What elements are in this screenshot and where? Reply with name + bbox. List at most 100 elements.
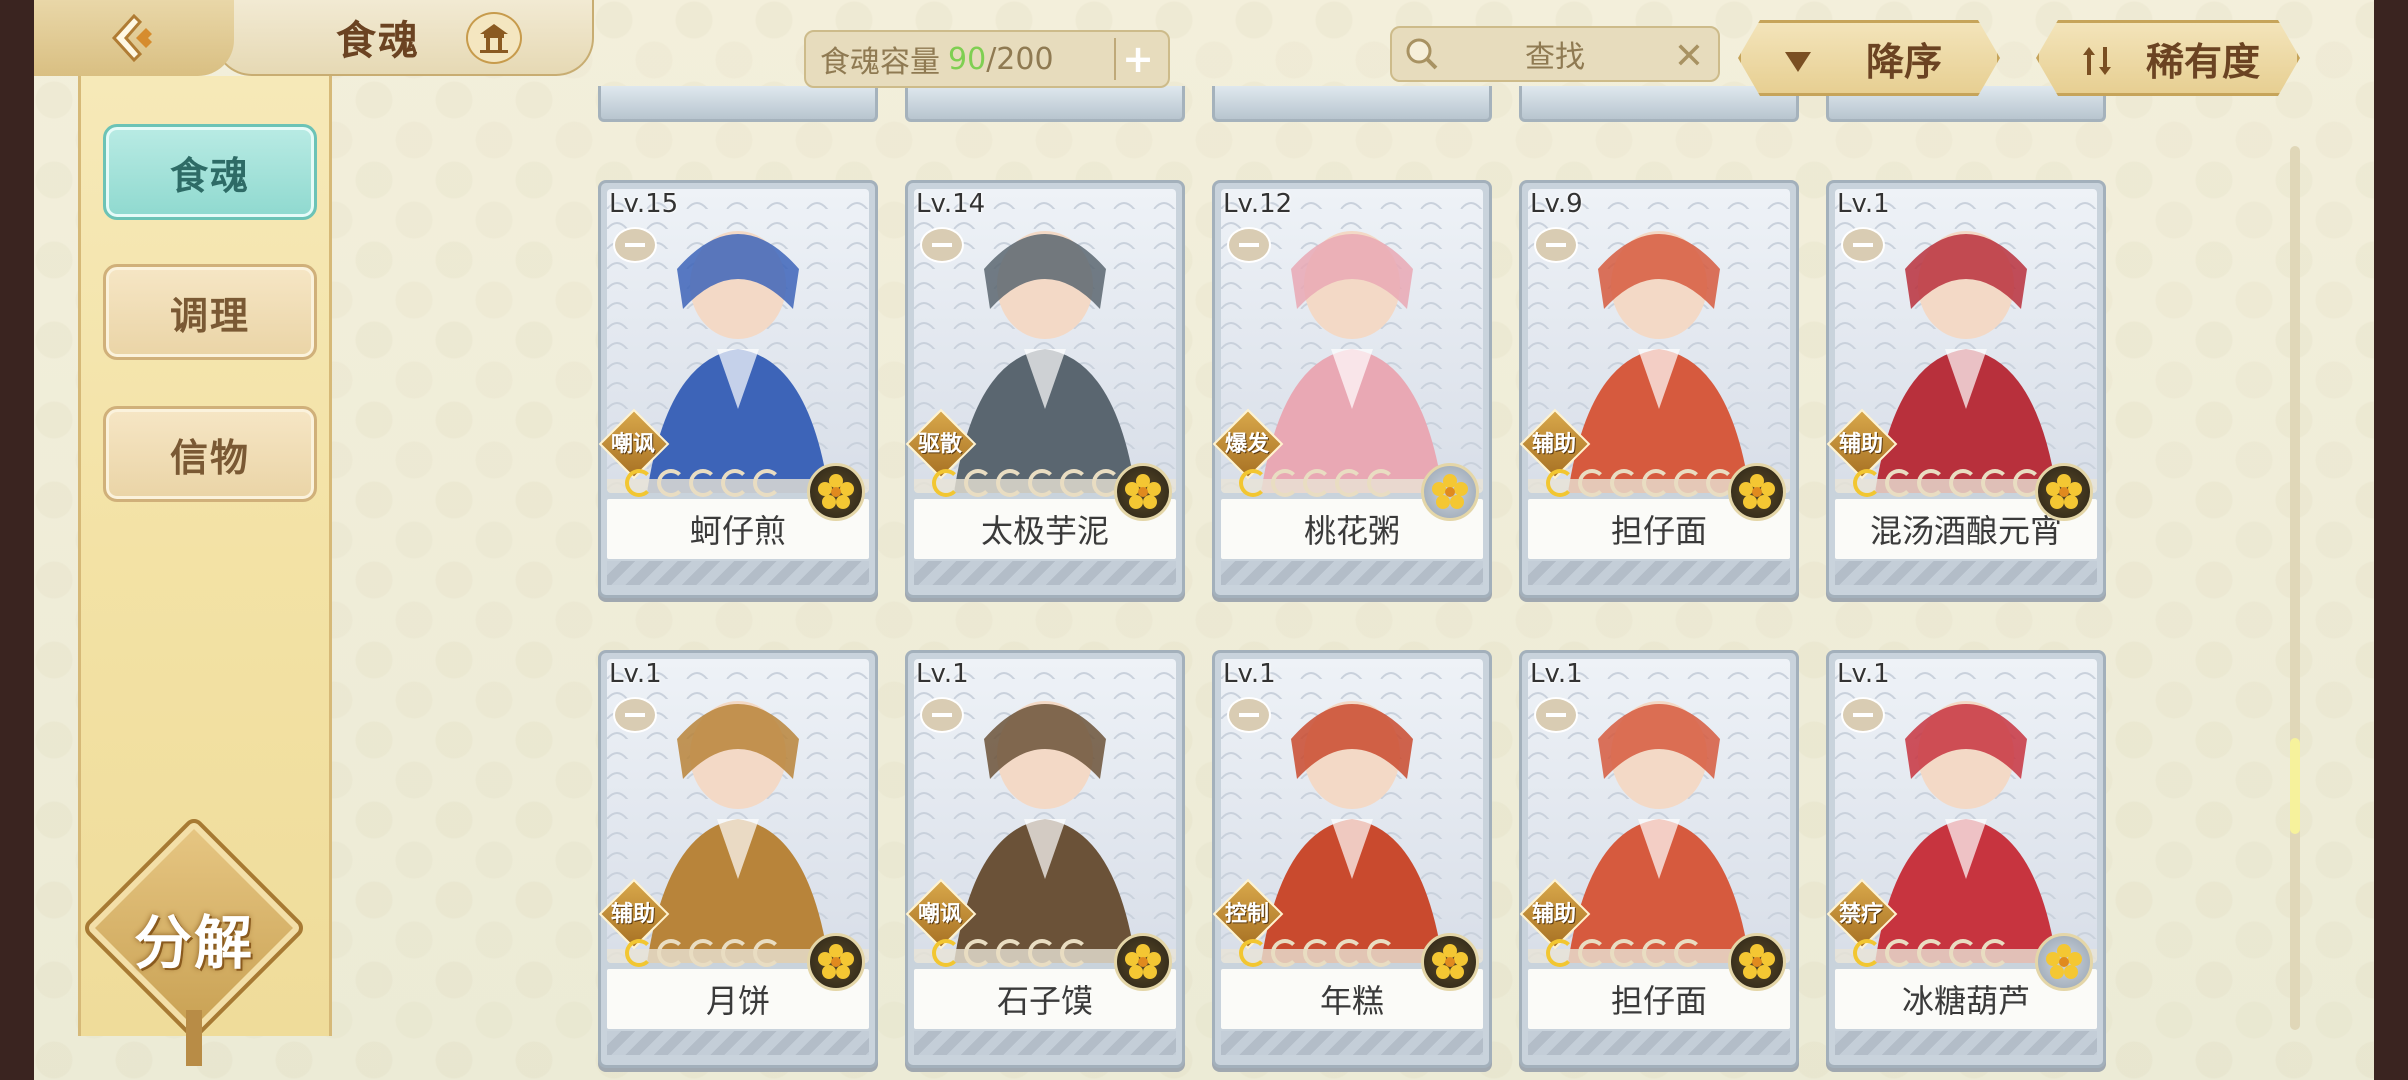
star-icon bbox=[1674, 939, 1702, 967]
role-badge: 控制 bbox=[1211, 889, 1283, 935]
rarity-icon bbox=[1841, 697, 1885, 733]
level-label: Lv.9 bbox=[1530, 189, 1583, 219]
star-icon bbox=[932, 469, 960, 497]
star-icon bbox=[1303, 939, 1331, 967]
flower-emblem-icon bbox=[1421, 463, 1479, 521]
star-rating bbox=[1853, 939, 2009, 967]
food-soul-card[interactable]: Lv.1 控制 年糕 bbox=[1212, 650, 1492, 1068]
star-rating bbox=[932, 939, 1088, 967]
rarity-icon bbox=[1534, 227, 1578, 263]
level-label: Lv.14 bbox=[916, 189, 986, 219]
sidebar-item-label: 调理 bbox=[169, 293, 250, 338]
food-soul-card[interactable]: Lv.14 驱散 太极芋泥 bbox=[905, 180, 1185, 598]
star-rating bbox=[625, 939, 781, 967]
app-frame: 食魂 调理 信物 分解 Lv.15 嘲讽 蚵仔煎 Lv.14 驱散 太极芋泥 Lv.12 爆发… bbox=[34, 0, 2374, 1080]
star-icon bbox=[689, 469, 717, 497]
card-footer-strip bbox=[607, 561, 869, 585]
role-label: 嘲讽 bbox=[917, 902, 962, 927]
star-icon bbox=[753, 939, 781, 967]
role-label: 辅助 bbox=[610, 902, 655, 927]
sort-arrows-icon bbox=[2079, 43, 2115, 88]
star-rating bbox=[1546, 469, 1734, 497]
card-footer-strip bbox=[1835, 561, 2097, 585]
food-soul-card[interactable]: Lv.9 辅助 担仔面 bbox=[1519, 180, 1799, 598]
star-icon bbox=[1885, 939, 1913, 967]
sort-order-button[interactable]: 降序 bbox=[1738, 20, 2000, 96]
star-icon bbox=[1981, 469, 2009, 497]
food-soul-grid: Lv.15 嘲讽 蚵仔煎 Lv.14 驱散 太极芋泥 Lv.12 爆发 桃花粥 Lv.9 辅助 担仔面… bbox=[564, 0, 2124, 1080]
rarity-icon bbox=[920, 697, 964, 733]
scrollbar-thumb[interactable] bbox=[2290, 738, 2300, 834]
capacity-max: 200 bbox=[996, 41, 1054, 77]
role-badge: 爆发 bbox=[1211, 419, 1283, 465]
home-icon[interactable] bbox=[466, 12, 522, 64]
role-label: 嘲讽 bbox=[610, 432, 655, 457]
star-rating bbox=[625, 469, 781, 497]
star-icon bbox=[1578, 469, 1606, 497]
back-arrow-icon bbox=[111, 13, 152, 63]
sort-by-button[interactable]: 稀有度 bbox=[2036, 20, 2300, 96]
food-soul-card[interactable]: Lv.1 辅助 月饼 bbox=[598, 650, 878, 1068]
star-icon bbox=[1335, 939, 1363, 967]
card-footer-strip bbox=[1528, 1031, 1790, 1055]
food-soul-card[interactable]: Lv.1 辅助 担仔面 bbox=[1519, 650, 1799, 1068]
back-button[interactable] bbox=[34, 0, 234, 76]
rarity-icon bbox=[613, 697, 657, 733]
flower-emblem-icon bbox=[2035, 463, 2093, 521]
star-rating bbox=[1853, 469, 2041, 497]
partial-card[interactable] bbox=[1212, 86, 1492, 122]
role-badge: 嘲讽 bbox=[597, 419, 669, 465]
top-bar: 食魂 食魂容量 90/200 + 查找 ✕ 降序 稀有度 bbox=[34, 0, 2374, 80]
star-icon bbox=[657, 469, 685, 497]
capacity-label: 食魂容量 bbox=[820, 45, 940, 80]
decompose-label[interactable]: 分解 bbox=[110, 896, 278, 980]
flower-emblem-icon bbox=[1114, 463, 1172, 521]
star-icon bbox=[1239, 469, 1267, 497]
sort-order-label: 降序 bbox=[1865, 39, 1942, 84]
star-icon bbox=[996, 469, 1024, 497]
food-soul-card[interactable]: Lv.1 嘲讽 石子馍 bbox=[905, 650, 1185, 1068]
partial-card[interactable] bbox=[905, 86, 1185, 122]
flower-emblem-icon bbox=[2035, 933, 2093, 991]
clear-search-icon[interactable]: ✕ bbox=[1674, 36, 1704, 77]
star-icon bbox=[1028, 469, 1056, 497]
expand-capacity-button[interactable]: + bbox=[1114, 37, 1160, 81]
role-label: 辅助 bbox=[1531, 432, 1576, 457]
scrollbar[interactable] bbox=[2290, 146, 2300, 1030]
sidebar-item-food-souls[interactable]: 食魂 bbox=[103, 124, 317, 220]
role-badge: 嘲讽 bbox=[904, 889, 976, 935]
star-icon bbox=[1546, 939, 1574, 967]
food-soul-card[interactable]: Lv.12 爆发 桃花粥 bbox=[1212, 180, 1492, 598]
star-icon bbox=[625, 469, 653, 497]
partial-card[interactable] bbox=[1519, 86, 1799, 122]
sidebar-item-tokens[interactable]: 信物 bbox=[103, 406, 317, 502]
star-icon bbox=[721, 939, 749, 967]
flower-emblem-icon bbox=[807, 463, 865, 521]
star-icon bbox=[1546, 469, 1574, 497]
star-icon bbox=[625, 939, 653, 967]
food-soul-card[interactable]: Lv.1 辅助 混汤酒酿元宵 bbox=[1826, 180, 2106, 598]
role-badge: 禁疗 bbox=[1825, 889, 1897, 935]
star-icon bbox=[1853, 939, 1881, 967]
level-label: Lv.1 bbox=[609, 659, 662, 689]
level-label: Lv.1 bbox=[916, 659, 969, 689]
search-field[interactable]: 查找 ✕ bbox=[1390, 26, 1720, 82]
flower-emblem-icon bbox=[1728, 933, 1786, 991]
star-icon bbox=[1303, 469, 1331, 497]
partial-card[interactable] bbox=[598, 86, 878, 122]
star-icon bbox=[996, 939, 1024, 967]
star-icon bbox=[1060, 469, 1088, 497]
food-soul-card[interactable]: Lv.1 禁疗 冰糖葫芦 bbox=[1826, 650, 2106, 1068]
level-label: Lv.12 bbox=[1223, 189, 1293, 219]
sidebar-item-cooking[interactable]: 调理 bbox=[103, 264, 317, 360]
capacity-current: 90 bbox=[948, 41, 987, 77]
title-tab: 食魂 bbox=[214, 0, 594, 76]
food-soul-card[interactable]: Lv.15 嘲讽 蚵仔煎 bbox=[598, 180, 878, 598]
decompose-tassel bbox=[186, 1010, 202, 1066]
star-icon bbox=[1271, 469, 1299, 497]
role-badge: 辅助 bbox=[1518, 889, 1590, 935]
level-label: Lv.1 bbox=[1837, 189, 1890, 219]
star-icon bbox=[1949, 469, 1977, 497]
level-label: Lv.1 bbox=[1530, 659, 1583, 689]
star-icon bbox=[1239, 939, 1267, 967]
